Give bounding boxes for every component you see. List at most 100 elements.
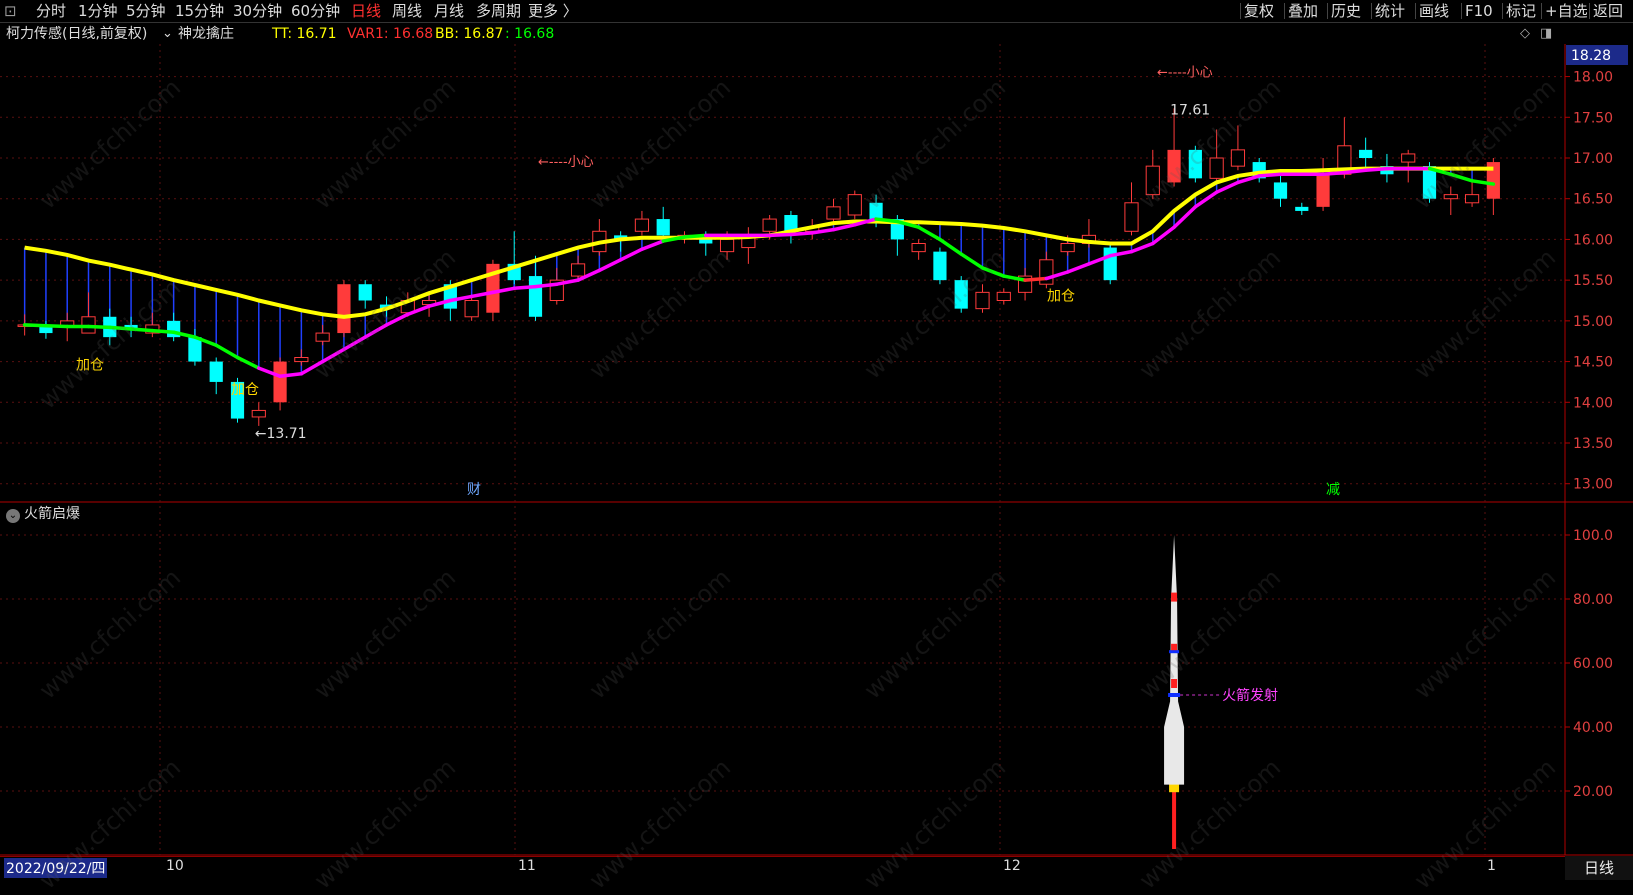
ma-short-segment bbox=[874, 217, 900, 224]
ma-short-segment bbox=[980, 266, 1006, 278]
candle-body[interactable] bbox=[209, 361, 223, 382]
price-tick-label: 17.00 bbox=[1573, 151, 1613, 167]
candle-body[interactable] bbox=[1167, 149, 1181, 183]
ma-short-segment bbox=[1363, 166, 1389, 172]
date-month-11: 11 bbox=[518, 858, 536, 874]
date-cursor-label: 2022/09/22/四 bbox=[4, 858, 108, 878]
candle-body[interactable] bbox=[1273, 182, 1288, 199]
candle-body[interactable] bbox=[656, 219, 670, 236]
candle-body[interactable] bbox=[358, 284, 372, 301]
ma-short-segment bbox=[320, 347, 346, 364]
ma-short-segment bbox=[959, 252, 985, 270]
rocket-band bbox=[1168, 693, 1181, 697]
price-tick-label: 14.00 bbox=[1573, 395, 1613, 411]
ma-short-segment bbox=[108, 325, 133, 331]
candle-body[interactable] bbox=[869, 202, 883, 220]
ma-short-segment bbox=[299, 359, 325, 376]
ma-short-segment bbox=[22, 323, 48, 328]
ma-short-segment bbox=[618, 247, 644, 262]
add-position-label: 加仓 bbox=[1047, 289, 1075, 305]
candle-body[interactable] bbox=[762, 218, 777, 232]
ma-short-segment bbox=[1214, 180, 1240, 194]
candle-body[interactable] bbox=[1209, 157, 1224, 179]
candle-body[interactable] bbox=[933, 251, 947, 281]
chart-canvas[interactable]: 18.00 17.50 17.00 16.50 16.00 15.50 15.00 14.50… bbox=[0, 0, 1633, 880]
candle-body[interactable] bbox=[337, 284, 351, 334]
ma-short-segment bbox=[1129, 241, 1155, 254]
high-price-label: 17.61 bbox=[1170, 102, 1210, 118]
price-tick-label: 16.50 bbox=[1573, 192, 1613, 208]
ma-short-segment bbox=[1449, 172, 1474, 183]
candle-body[interactable] bbox=[634, 218, 650, 232]
candle-body[interactable] bbox=[315, 332, 330, 342]
candle-body[interactable] bbox=[847, 194, 862, 216]
price-tick-label: 15.00 bbox=[1573, 314, 1613, 330]
candle-body[interactable] bbox=[1401, 153, 1416, 163]
rocket-body bbox=[1164, 535, 1185, 785]
ma-short-segment bbox=[789, 231, 814, 237]
candle-body[interactable] bbox=[528, 276, 543, 317]
price-badge-label: 18.28 bbox=[1571, 48, 1611, 64]
finance-marker: 财 bbox=[467, 482, 481, 498]
date-axis: 2022/09/22/四 10 11 12 1 bbox=[0, 856, 1565, 881]
sub-tick-label: 40.00 bbox=[1573, 720, 1613, 736]
chevron-down-icon[interactable]: ⌄ bbox=[6, 509, 20, 523]
candle-body[interactable] bbox=[1230, 149, 1246, 167]
sub-tick-label: 60.00 bbox=[1573, 656, 1613, 672]
candle-body[interactable] bbox=[1464, 194, 1480, 204]
price-tick-label: 18.00 bbox=[1573, 70, 1613, 86]
ma-short-segment bbox=[44, 323, 69, 329]
candle-body[interactable] bbox=[273, 361, 287, 403]
candle-body[interactable] bbox=[996, 291, 1011, 302]
launch-label: 火箭发射 bbox=[1222, 687, 1278, 704]
sub-tick-label: 100.0 bbox=[1573, 528, 1613, 544]
price-tick-label: 14.50 bbox=[1573, 355, 1613, 371]
ma-short-segment bbox=[363, 323, 389, 339]
rocket-stripe bbox=[1171, 679, 1178, 688]
candle-body[interactable] bbox=[1359, 149, 1373, 158]
ma-short-segment bbox=[214, 343, 240, 360]
period-label[interactable]: 日线 bbox=[1565, 856, 1633, 880]
ma-short-segment bbox=[278, 372, 304, 378]
reduce-marker: 减 bbox=[1326, 482, 1340, 498]
ma-short-segment bbox=[597, 258, 623, 273]
date-month-10: 10 bbox=[166, 858, 184, 874]
careful-label-2: ←----小心 bbox=[1157, 66, 1213, 81]
ma-short-segment bbox=[1257, 172, 1283, 178]
ma-short-segment bbox=[640, 239, 665, 251]
candle-body[interactable] bbox=[1060, 243, 1075, 253]
candle-body[interactable] bbox=[1103, 247, 1117, 281]
ma-short-segment bbox=[682, 233, 708, 239]
ma-short-segment bbox=[1065, 262, 1091, 274]
ma-short-segment bbox=[1342, 168, 1368, 175]
candle-body[interactable] bbox=[719, 238, 735, 253]
candle-body[interactable] bbox=[1145, 165, 1160, 196]
candle-body[interactable] bbox=[1443, 194, 1458, 200]
add-position-label: 加仓 bbox=[76, 358, 104, 374]
candle-body[interactable] bbox=[188, 337, 202, 362]
candle-body[interactable] bbox=[464, 300, 479, 318]
candle-body[interactable] bbox=[954, 280, 968, 309]
ma-short-segment bbox=[235, 355, 261, 370]
candle-body[interactable] bbox=[1295, 206, 1309, 211]
ma-short-segment bbox=[86, 324, 112, 330]
price-tick-label: 17.50 bbox=[1573, 110, 1613, 126]
date-month-1: 1 bbox=[1487, 858, 1496, 874]
ma-short-segment bbox=[767, 232, 793, 238]
candle-body[interactable] bbox=[251, 409, 266, 418]
sub-indicator-title[interactable]: ⌄ 火箭启爆 bbox=[6, 503, 80, 523]
sub-title-text: 火箭启爆 bbox=[24, 506, 80, 522]
sub-tick-label: 20.00 bbox=[1573, 784, 1613, 800]
candle-body[interactable] bbox=[570, 263, 586, 277]
candle-body[interactable] bbox=[1188, 149, 1202, 179]
candle-body[interactable] bbox=[826, 206, 841, 220]
candle-body[interactable] bbox=[975, 291, 990, 310]
careful-label-1: ←----小心 bbox=[538, 155, 594, 170]
candle-body[interactable] bbox=[294, 357, 309, 363]
candle-body[interactable] bbox=[1124, 202, 1139, 232]
rocket-stripe bbox=[1171, 592, 1178, 602]
ma-short-segment bbox=[150, 328, 176, 335]
candle-body[interactable] bbox=[1316, 174, 1330, 207]
ma-short-segment bbox=[831, 223, 857, 232]
candle-body[interactable] bbox=[911, 243, 926, 253]
